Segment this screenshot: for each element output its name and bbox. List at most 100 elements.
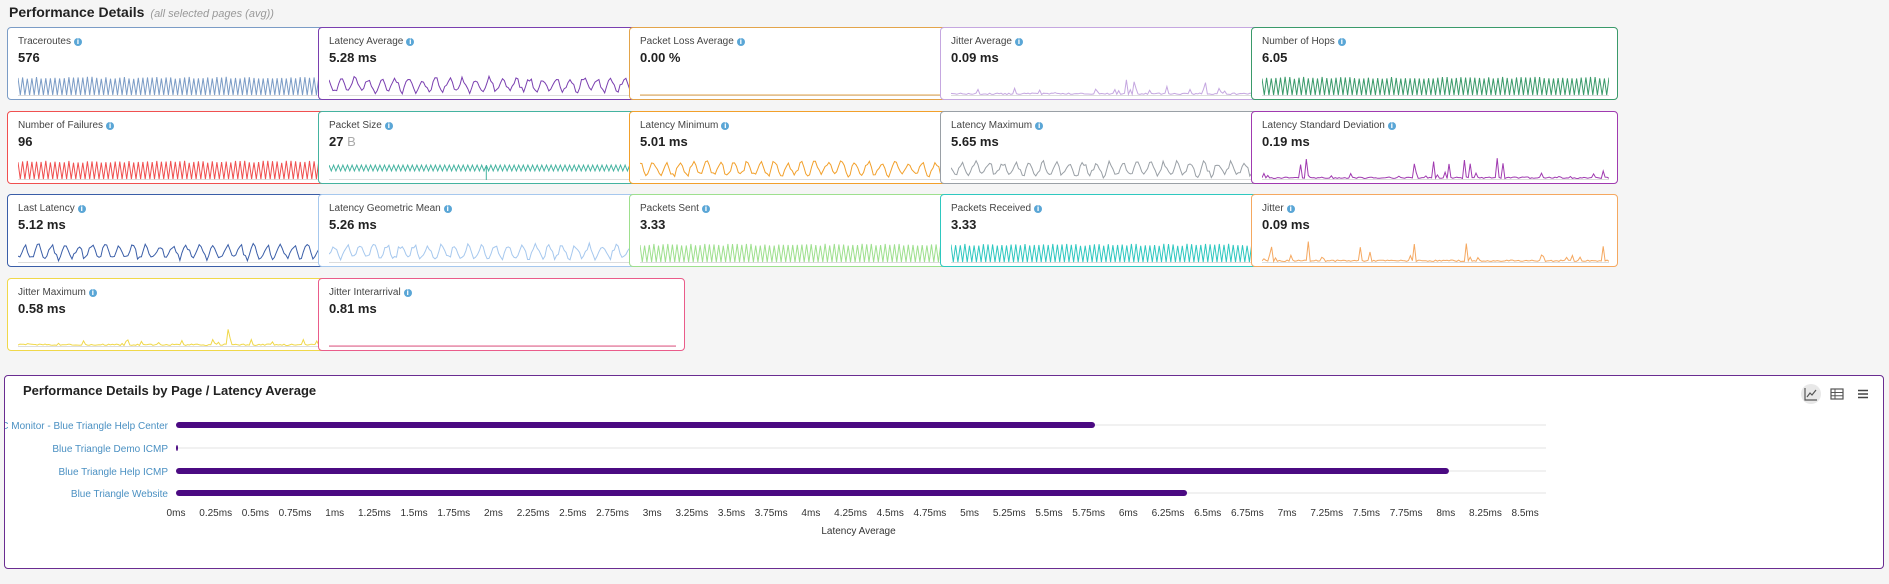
tick-label: 1.75ms [437,508,470,519]
metric-label: Packets Received i [951,203,1043,214]
sparkline [329,345,676,347]
metric-label-text: Packets Sent [640,203,699,214]
info-icon[interactable]: i [384,121,393,130]
tick-label: 6ms [1119,508,1138,519]
tick-label: 7ms [1278,508,1297,519]
tick-label: 7.75ms [1390,508,1423,519]
metric-label: Jitter i [1262,203,1295,214]
sparkline [329,74,676,96]
info-icon[interactable]: i [721,121,730,130]
sparkline [951,159,1298,180]
tick-label: 7.5ms [1353,508,1380,519]
sparkline-series [640,160,987,179]
sparkline-series [951,159,1298,179]
info-icon[interactable]: i [1337,37,1346,46]
tick-label: 3ms [643,508,662,519]
bar[interactable] [176,468,1449,474]
info-icon[interactable]: i [1035,121,1044,130]
info-icon[interactable]: i [1387,121,1396,130]
sparkline-series [18,76,365,96]
info-icon[interactable]: i [443,204,452,213]
tick-label: 5ms [960,508,979,519]
bar[interactable] [176,490,1188,496]
line-chart-icon[interactable] [1801,384,1821,404]
info-icon[interactable]: i [73,37,82,46]
tick-label: 2.75ms [596,508,629,519]
metric-label-text: Latency Minimum [640,120,719,131]
metric-label: Latency Minimum i [640,120,730,131]
info-icon[interactable]: i [1034,204,1043,213]
tick-label: 8ms [1436,508,1455,519]
section-header: Performance Details (all selected pages … [9,4,274,22]
info-icon[interactable]: i [1286,204,1295,213]
info-icon[interactable]: i [406,37,415,46]
sparkline [951,79,1298,96]
tick-label: 2.5ms [559,508,586,519]
panel-title: Performance Details by Page / Latency Av… [23,383,317,398]
metric-label: Number of Failures i [18,120,115,131]
tick-label: 3.5ms [718,508,745,519]
metric-card[interactable]: Number of Hops i 6.05 [1251,27,1618,100]
table-icon[interactable] [1827,384,1847,404]
category-label[interactable]: NHC Monitor - Blue Triangle Help Center [5,421,169,432]
sparkline [18,76,365,96]
tick-label: 5.25ms [993,508,1026,519]
category-label[interactable]: Blue Triangle Help ICMP [59,467,169,478]
metric-label-text: Packet Loss Average [640,36,734,47]
section-subtitle: (all selected pages (avg)) [150,8,274,20]
metric-label-text: Packet Size [329,120,382,131]
info-icon[interactable]: i [88,288,97,297]
metric-label-text: Jitter [1262,203,1284,214]
sparkline [18,329,365,347]
sparkline-series [329,74,676,96]
tick-label: 8.25ms [1469,508,1502,519]
info-icon[interactable]: i [701,204,710,213]
info-icon[interactable]: i [736,37,745,46]
metric-label-text: Traceroutes [18,36,71,47]
tick-label: 1ms [325,508,344,519]
sparkline-series [1262,241,1609,263]
category-label[interactable]: Blue Triangle Website [71,489,169,500]
metric-label: Latency Maximum i [951,120,1044,131]
panel-toolbar [1801,384,1873,404]
metric-label-text: Packets Received [951,203,1032,214]
sparkline-series [951,79,1298,96]
metric-unit: B [343,134,356,149]
sparkline-series [329,241,676,262]
bar[interactable] [176,422,1095,428]
info-icon[interactable]: i [106,121,115,130]
tick-label: 2.25ms [517,508,550,519]
metric-value: 5.01 ms [640,134,688,149]
metric-label-text: Latency Geometric Mean [329,203,441,214]
tick-label: 4.75ms [914,508,947,519]
metric-value: 0.81 ms [329,301,377,316]
section-title: Performance Details [9,4,145,20]
metric-card[interactable]: Jitter i 0.09 ms [1251,194,1618,267]
sparkline [1262,76,1609,96]
info-icon[interactable]: i [403,288,412,297]
metric-label-text: Last Latency [18,203,75,214]
category-label[interactable]: Blue Triangle Demo ICMP [52,444,168,455]
metric-card[interactable]: Latency Standard Deviation i 0.19 ms [1251,111,1618,184]
info-icon[interactable]: i [1014,37,1023,46]
sparkline [640,243,987,263]
bar[interactable] [176,445,178,451]
metric-card[interactable]: Jitter Interarrival i 0.81 ms [318,278,685,351]
metric-label: Jitter Average i [951,36,1023,47]
menu-icon[interactable] [1853,384,1873,404]
info-icon[interactable]: i [77,204,86,213]
sparkline-series [18,242,365,263]
tick-label: 1.5ms [400,508,427,519]
tick-label: 6.25ms [1152,508,1185,519]
sparkline [1262,158,1609,180]
metric-label-text: Number of Hops [1262,36,1335,47]
metric-value: 5.12 ms [18,217,66,232]
sparkline [951,243,1298,263]
metric-value: 96 [18,134,33,149]
tick-label: 0.25ms [199,508,232,519]
metric-label-text: Latency Standard Deviation [1262,120,1385,131]
metric-label: Packet Size i [329,120,393,131]
x-axis-label: Latency Average [821,526,896,537]
tick-label: 6.5ms [1194,508,1221,519]
tick-label: 6.75ms [1231,508,1264,519]
